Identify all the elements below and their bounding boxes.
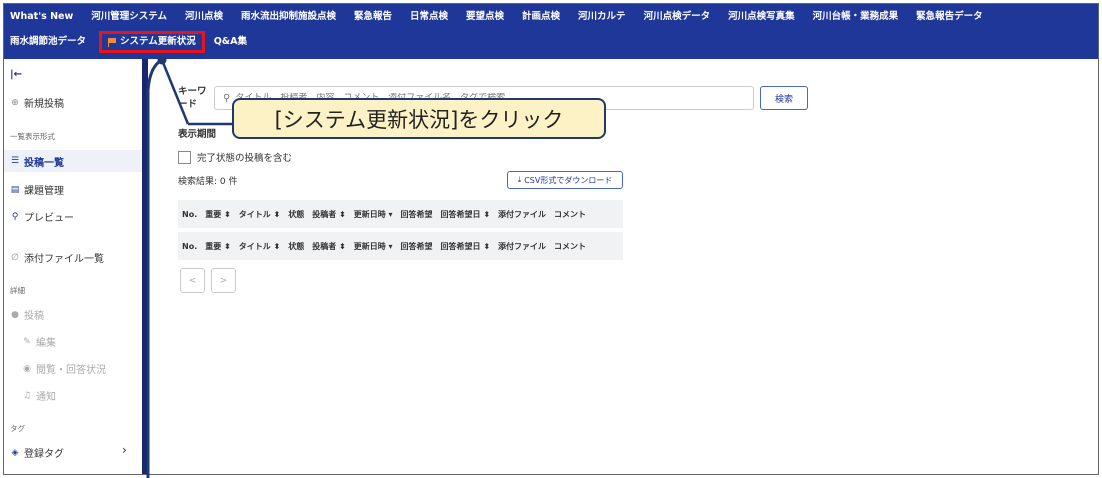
sidebar-preview[interactable]: ⚲ プレビュー [10, 209, 74, 225]
col-attachment: 添付ファイル [498, 241, 547, 251]
next-page-button[interactable]: > [211, 268, 236, 293]
sidebar-post-label: 投稿 [24, 311, 44, 322]
sidebar-section-list: 一覧表示形式 [10, 132, 55, 141]
col-reply-date[interactable]: 回答希望日 ⬍ [437, 241, 495, 252]
sidebar-issue-management[interactable]: ▤ 課題管理 [10, 182, 64, 198]
sidebar-attachments[interactable]: ∅ 添付ファイル一覧 [10, 250, 104, 266]
nav-emergency-report-data[interactable]: 緊急報告データ [907, 6, 992, 28]
period-label: 表示期間 [178, 129, 217, 140]
col-reply-wanted: 回答希望 [400, 209, 433, 219]
sidebar-new-post[interactable]: ⊕ 新規投稿 [10, 95, 64, 111]
search-result-count: 検索結果: 0 件 [178, 177, 238, 187]
keyword-label: キーワード [178, 86, 207, 110]
csv-download-label: CSV形式でダウンロード [524, 175, 613, 185]
download-icon: ⤓ [517, 175, 522, 184]
top-navigation: What's New 河川管理システム 河川点検 雨水流出抑制施設点検 緊急報告… [4, 4, 1098, 59]
collapse-sidebar-icon[interactable]: |← [10, 69, 22, 80]
nav-daily-inspection[interactable]: 日常点検 [401, 6, 457, 28]
nav-rain-facility-inspection[interactable]: 雨水流出抑制施設点検 [232, 6, 345, 28]
nav-river-karte[interactable]: 河川カルテ [569, 6, 635, 28]
sidebar-browse-status: ◉ 閲覧・回答状況 [22, 361, 106, 377]
include-done-label: 完了状態の投稿を含む [197, 153, 293, 164]
col-updated[interactable]: 更新日時 ▾ [350, 209, 397, 220]
list-icon: ☰ [10, 156, 20, 166]
col-title[interactable]: タイトル ⬍ [235, 209, 285, 220]
paperclip-icon: ∅ [11, 252, 19, 263]
col-comment: コメント [554, 209, 587, 219]
check-circle-icon: ◉ [23, 363, 31, 374]
sidebar-preview-label: プレビュー [24, 213, 74, 224]
magnifier-icon: ⚲ [11, 211, 19, 222]
include-done-option[interactable]: 完了状態の投稿を含む [178, 150, 292, 164]
sidebar-edit-label: 編集 [36, 338, 56, 349]
app-frame: What's New 河川管理システム 河川点検 雨水流出抑制施設点検 緊急報告… [3, 3, 1099, 475]
nav-system-update-status-label: システム更新状況 [120, 36, 196, 47]
nav-river-photo-collection[interactable]: 河川点検写真集 [719, 6, 804, 28]
nav-plan-inspection[interactable]: 計画点検 [513, 6, 569, 28]
sidebar-attachments-label: 添付ファイル一覧 [24, 254, 104, 265]
nav-retention-pond-data[interactable]: 雨水調節池データ [4, 31, 95, 53]
nav-river-management[interactable]: 河川管理システム [82, 6, 176, 28]
bell-icon: ♫ [22, 390, 32, 401]
nav-river-ledger[interactable]: 河川台帳・業務成果 [804, 6, 908, 28]
nav-faq[interactable]: Q&A集 [205, 31, 256, 53]
col-comment: コメント [554, 241, 587, 251]
col-author[interactable]: 投稿者 ⬍ [308, 241, 350, 252]
col-important[interactable]: 重要 ⬍ [201, 241, 235, 252]
sidebar: |← ⊕ 新規投稿 一覧表示形式 ☰ 投稿一覧 ▤ 課題管理 ⚲ プレビュー ∅… [4, 59, 142, 474]
pencil-icon: ✎ [23, 336, 31, 347]
nav-whats-new[interactable]: What's New [4, 6, 82, 28]
col-important[interactable]: 重要 ⬍ [201, 209, 235, 220]
nav-emergency-report[interactable]: 緊急報告 [345, 6, 401, 28]
include-done-checkbox[interactable] [178, 150, 191, 164]
document-icon: ▤ [10, 184, 20, 195]
sidebar-post-list-label: 投稿一覧 [24, 157, 64, 169]
col-no: No. [182, 209, 198, 219]
sidebar-section-tag: タグ [10, 424, 25, 433]
nav-system-update-status[interactable]: システム更新状況 [99, 31, 205, 53]
nav-river-inspection[interactable]: 河川点検 [176, 6, 232, 28]
col-reply-date[interactable]: 回答希望日 ⬍ [437, 209, 495, 220]
speech-bubble-icon: ● [11, 309, 19, 320]
sidebar-registered-tags[interactable]: ◈ 登録タグ [10, 445, 64, 461]
table-header: No. 重要 ⬍ タイトル ⬍ 状態 投稿者 ⬍ 更新日時 ▾ 回答希望 回答希… [178, 200, 623, 228]
table-footer: No. 重要 ⬍ タイトル ⬍ 状態 投稿者 ⬍ 更新日時 ▾ 回答希望 回答希… [178, 232, 623, 260]
sidebar-post: ● 投稿 [10, 307, 44, 323]
search-icon: ⚲ [223, 92, 231, 104]
col-status: 状態 [288, 241, 305, 251]
sidebar-notify-label: 通知 [36, 392, 56, 403]
col-author[interactable]: 投稿者 ⬍ [308, 209, 350, 220]
col-reply-wanted: 回答希望 [400, 241, 433, 251]
col-no: No. [182, 241, 198, 251]
sidebar-post-list[interactable]: ☰ 投稿一覧 [4, 150, 142, 172]
sidebar-registered-tags-label: 登録タグ [24, 449, 64, 460]
flag-icon [108, 37, 117, 47]
sidebar-edit: ✎ 編集 [22, 334, 56, 350]
col-status: 状態 [288, 209, 305, 219]
sidebar-section-detail: 詳細 [10, 286, 25, 295]
tag-icon: ◈ [11, 447, 19, 458]
sidebar-notify: ♫ 通知 [22, 388, 56, 404]
plus-circle-icon: ⊕ [11, 97, 19, 108]
col-updated[interactable]: 更新日時 ▾ [350, 241, 397, 252]
nav-river-inspection-data[interactable]: 河川点検データ [635, 6, 720, 28]
nav-row-1: What's New 河川管理システム 河川点検 雨水流出抑制施設点検 緊急報告… [4, 6, 992, 28]
sidebar-new-post-label: 新規投稿 [24, 99, 64, 110]
col-title[interactable]: タイトル ⬍ [235, 241, 285, 252]
nav-request-inspection[interactable]: 要望点検 [457, 6, 513, 28]
col-attachment: 添付ファイル [498, 209, 547, 219]
prev-page-button[interactable]: < [180, 268, 205, 293]
sidebar-issue-management-label: 課題管理 [24, 186, 64, 197]
nav-row-2: 雨水調節池データ システム更新状況 Q&A集 [4, 31, 256, 53]
csv-download-button[interactable]: ⤓ CSV形式でダウンロード [507, 171, 623, 189]
search-button[interactable]: 検索 [760, 86, 808, 110]
sidebar-browse-status-label: 閲覧・回答状況 [36, 365, 106, 376]
instruction-callout: [システム更新状況]をクリック [232, 98, 606, 139]
chevron-right-icon[interactable]: › [122, 443, 127, 457]
